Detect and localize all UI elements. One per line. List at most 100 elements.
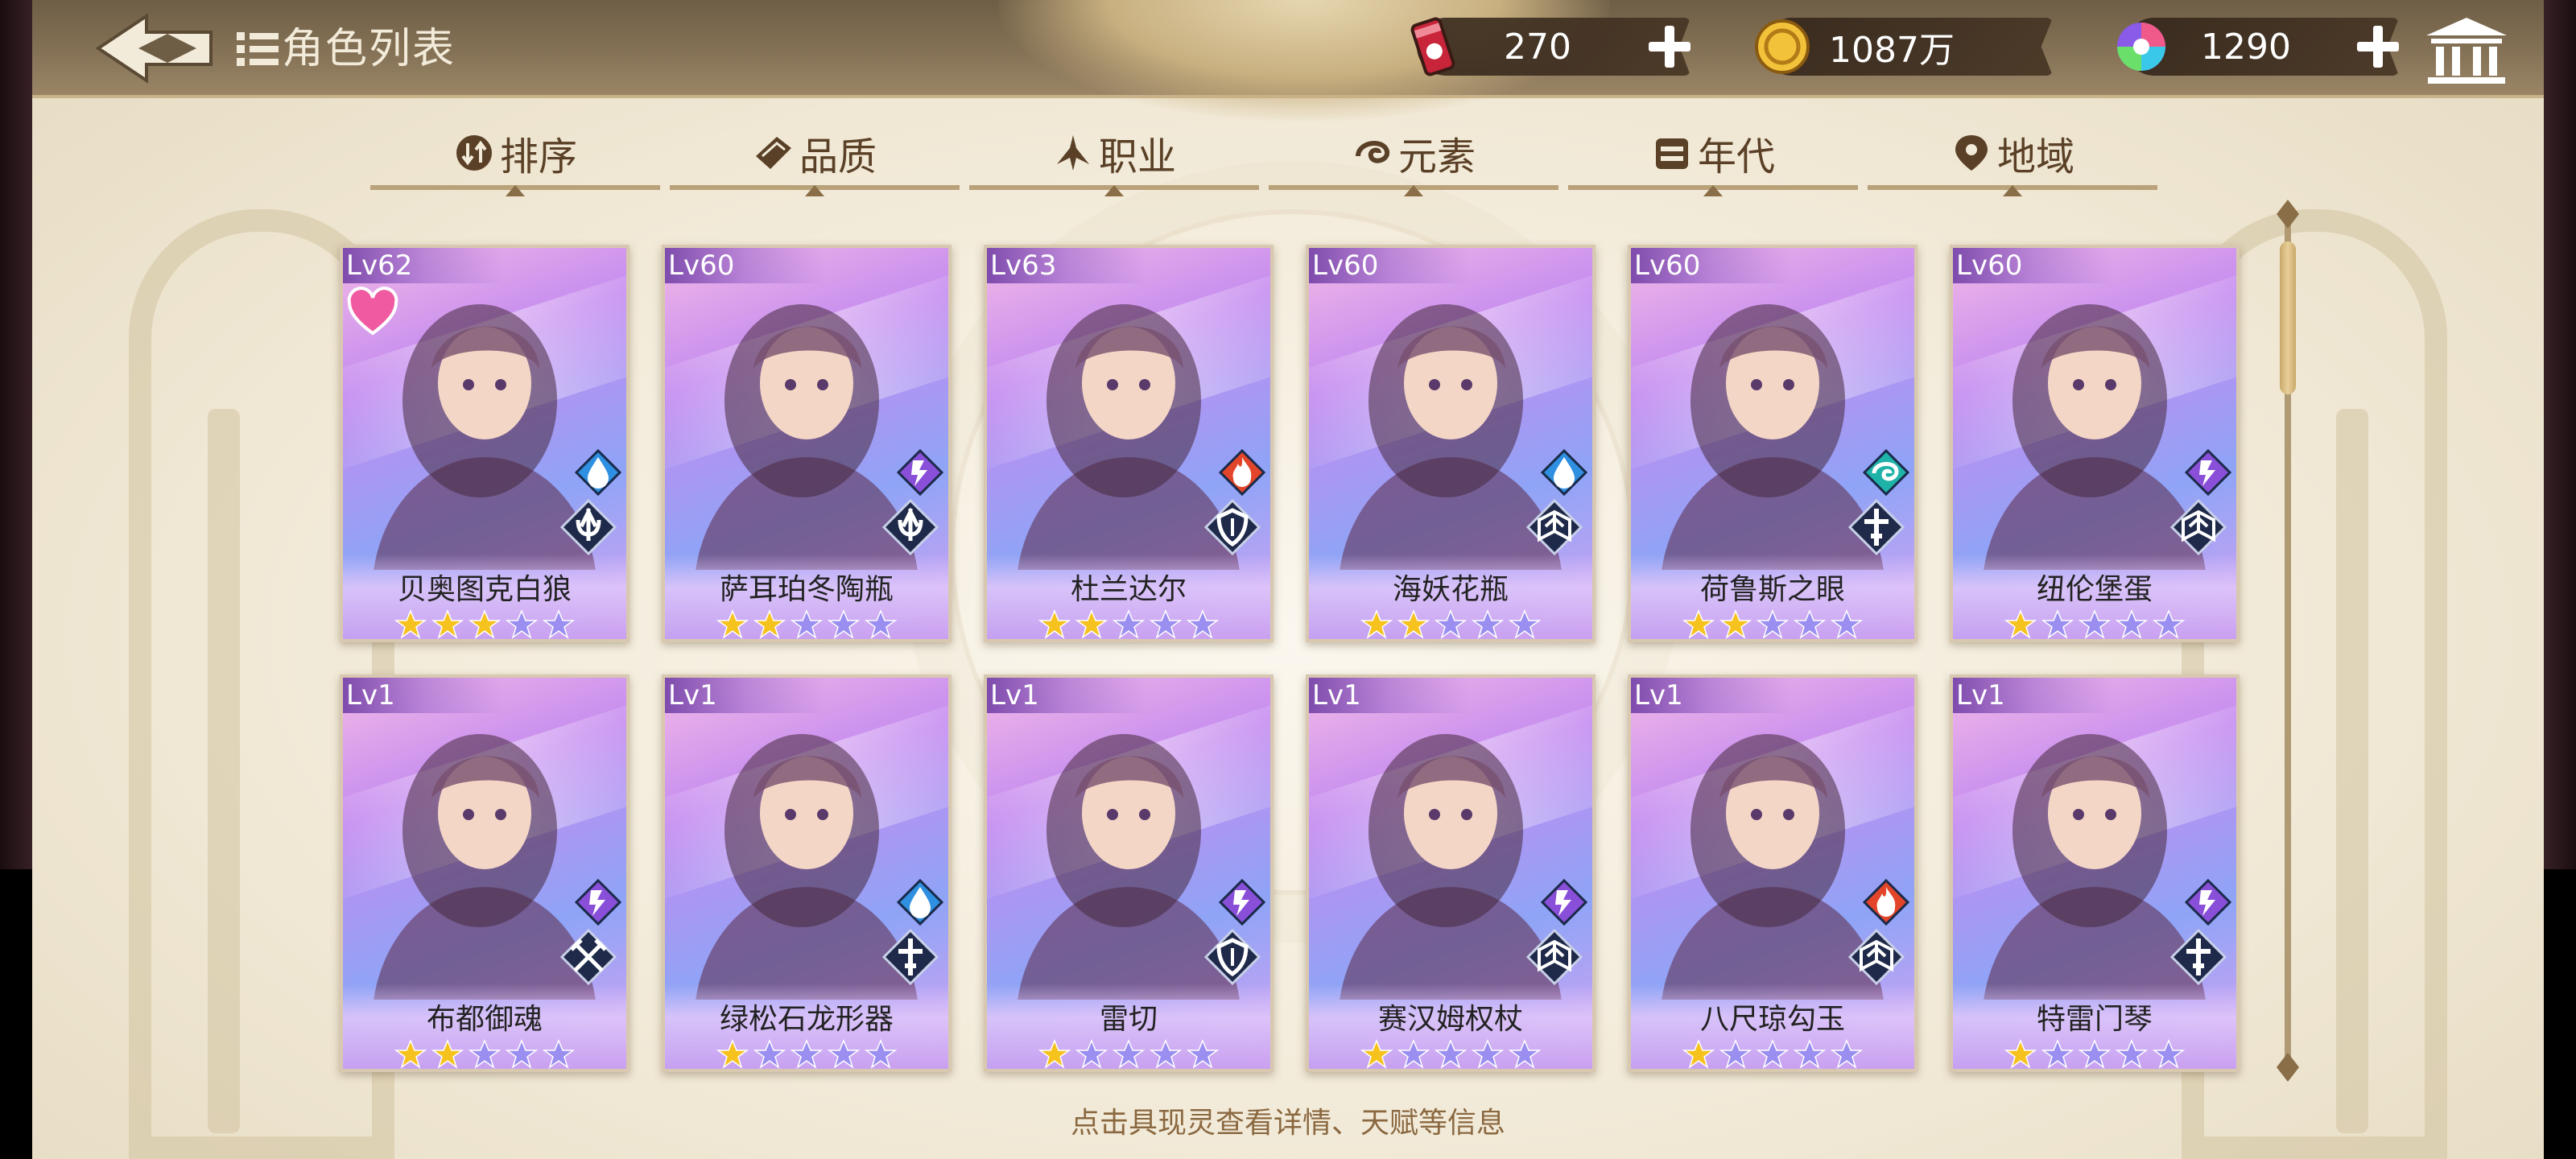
- star-filled-icon: [431, 1039, 464, 1069]
- star-filled-icon: [1719, 609, 1752, 639]
- cross-class-icon: [882, 929, 939, 985]
- character-grid: Lv62 贝奥图克白狼 Lv60 萨耳珀冬陶瓶 Lv63 杜兰达尔 Lv60 海…: [340, 245, 2272, 1074]
- character-card[interactable]: Lv1 布都御魂: [340, 674, 630, 1072]
- tab-label: 年代: [1697, 134, 1775, 179]
- back-button[interactable]: [90, 11, 219, 85]
- star-empty-icon: [865, 1039, 897, 1069]
- character-list-panel: 角色列表 270 1087万 1290 排序 品质 职业 元素 年代 地域 Lv…: [32, 0, 2544, 1159]
- character-name: 布都御魂: [426, 1003, 543, 1036]
- shield-class-icon: [1204, 929, 1261, 985]
- filter-tabs: 排序 品质 职业 元素 年代 地域: [370, 121, 2206, 196]
- star-empty-icon: [469, 1039, 501, 1069]
- tab-notch: [506, 185, 525, 196]
- star-filled-icon: [2004, 1039, 2037, 1069]
- star-empty-icon: [2153, 1039, 2185, 1069]
- list-icon: [237, 32, 279, 66]
- star-rating: [987, 608, 1270, 639]
- class-icon: [1056, 135, 1089, 171]
- gold-coin-icon: [1755, 19, 1810, 74]
- book-class-icon: [2170, 499, 2227, 555]
- character-card[interactable]: Lv1 雷切: [984, 674, 1274, 1072]
- hint-text: 点击具现灵查看详情、天赋等信息: [1070, 1107, 1505, 1140]
- star-empty-icon: [865, 609, 897, 639]
- add-stamina-button[interactable]: [1644, 21, 1695, 72]
- character-card[interactable]: Lv63 杜兰达尔: [984, 245, 1274, 642]
- tab-region[interactable]: 地域: [1868, 121, 2157, 196]
- add-gem-button[interactable]: [2352, 21, 2404, 72]
- character-card[interactable]: Lv1 赛汉姆权杖: [1306, 674, 1596, 1072]
- cross-class-icon: [2170, 929, 2227, 985]
- cross-class-icon: [1848, 499, 1905, 555]
- museum-icon[interactable]: [2423, 14, 2510, 87]
- right-edge: [2541, 0, 2576, 869]
- tab-notch: [1404, 185, 1423, 196]
- tab-label: 元素: [1397, 134, 1476, 179]
- star-empty-icon: [1435, 1039, 1467, 1069]
- star-filled-icon: [469, 609, 501, 639]
- swords-class-icon: [560, 929, 617, 985]
- character-card[interactable]: Lv1 绿松石龙形器: [662, 674, 952, 1072]
- scroll-bottom-cap-icon: [2277, 1053, 2299, 1082]
- star-empty-icon: [1150, 609, 1182, 639]
- water-element-icon: [1541, 449, 1587, 496]
- star-empty-icon: [1831, 1039, 1863, 1069]
- character-name: 纽伦堡蛋: [2036, 573, 2153, 606]
- top-bar: 角色列表 270 1087万 1290: [32, 0, 2544, 121]
- scrollbar-thumb[interactable]: [2280, 241, 2296, 394]
- favorite-heart-icon: [347, 287, 398, 336]
- star-empty-icon: [2153, 609, 2185, 639]
- star-empty-icon: [791, 1039, 823, 1069]
- star-filled-icon: [2004, 609, 2037, 639]
- tab-era[interactable]: 年代: [1568, 121, 1858, 196]
- star-empty-icon: [506, 609, 538, 639]
- character-card[interactable]: Lv1 八尺琼勾玉: [1628, 674, 1918, 1072]
- character-card[interactable]: Lv1 特雷门琴: [1950, 674, 2240, 1072]
- star-empty-icon: [1831, 609, 1863, 639]
- star-empty-icon: [1113, 609, 1145, 639]
- star-rating: [1309, 608, 1592, 639]
- star-empty-icon: [828, 1039, 860, 1069]
- star-rating: [1953, 608, 2236, 639]
- level-badge: Lv60: [665, 248, 826, 283]
- star-empty-icon: [1472, 609, 1504, 639]
- character-name: 萨耳珀冬陶瓶: [719, 573, 894, 606]
- back-arrow-icon: [95, 13, 213, 84]
- star-empty-icon: [2041, 609, 2074, 639]
- tab-notch: [2003, 185, 2022, 196]
- tab-notch: [1703, 185, 1723, 196]
- star-rating: [665, 608, 948, 639]
- tab-quality[interactable]: 品质: [670, 121, 960, 196]
- star-empty-icon: [753, 1039, 786, 1069]
- character-card[interactable]: Lv60 纽伦堡蛋: [1950, 245, 2240, 642]
- star-empty-icon: [1075, 1039, 1108, 1069]
- thunder-element-icon: [2185, 879, 2231, 926]
- book-class-icon: [1848, 929, 1905, 985]
- character-card[interactable]: Lv62 贝奥图克白狼: [340, 245, 630, 642]
- level-badge: Lv1: [1631, 678, 1792, 713]
- star-rating: [987, 1038, 1270, 1069]
- tab-label: 品质: [799, 134, 877, 179]
- star-rating: [1309, 1038, 1592, 1069]
- character-name: 荷鲁斯之眼: [1699, 573, 1845, 606]
- character-card[interactable]: Lv60 萨耳珀冬陶瓶: [662, 245, 952, 642]
- character-name: 杜兰达尔: [1070, 573, 1187, 606]
- stamina-can-icon: [1410, 17, 1455, 76]
- character-name: 海妖花瓶: [1392, 573, 1509, 606]
- star-empty-icon: [1509, 609, 1541, 639]
- tab-label: 地域: [1996, 134, 2074, 179]
- thunder-element-icon: [1219, 879, 1265, 926]
- tab-element[interactable]: 元素: [1269, 121, 1558, 196]
- star-rating: [1631, 608, 1914, 639]
- game-screen: 角色列表 270 1087万 1290 排序 品质 职业 元素 年代 地域 Lv…: [0, 0, 2576, 1159]
- character-card[interactable]: Lv60 荷鲁斯之眼: [1628, 245, 1918, 642]
- level-badge: Lv1: [343, 678, 504, 713]
- star-rating: [343, 1038, 626, 1069]
- tab-sort[interactable]: 排序: [370, 121, 660, 196]
- scroll-top-cap-icon: [2277, 200, 2299, 229]
- character-card[interactable]: Lv60 海妖花瓶: [1306, 245, 1596, 642]
- era-icon: [1655, 138, 1688, 169]
- star-empty-icon: [1187, 609, 1219, 639]
- star-filled-icon: [431, 609, 464, 639]
- star-filled-icon: [394, 1039, 427, 1069]
- tab-class[interactable]: 职业: [969, 121, 1259, 196]
